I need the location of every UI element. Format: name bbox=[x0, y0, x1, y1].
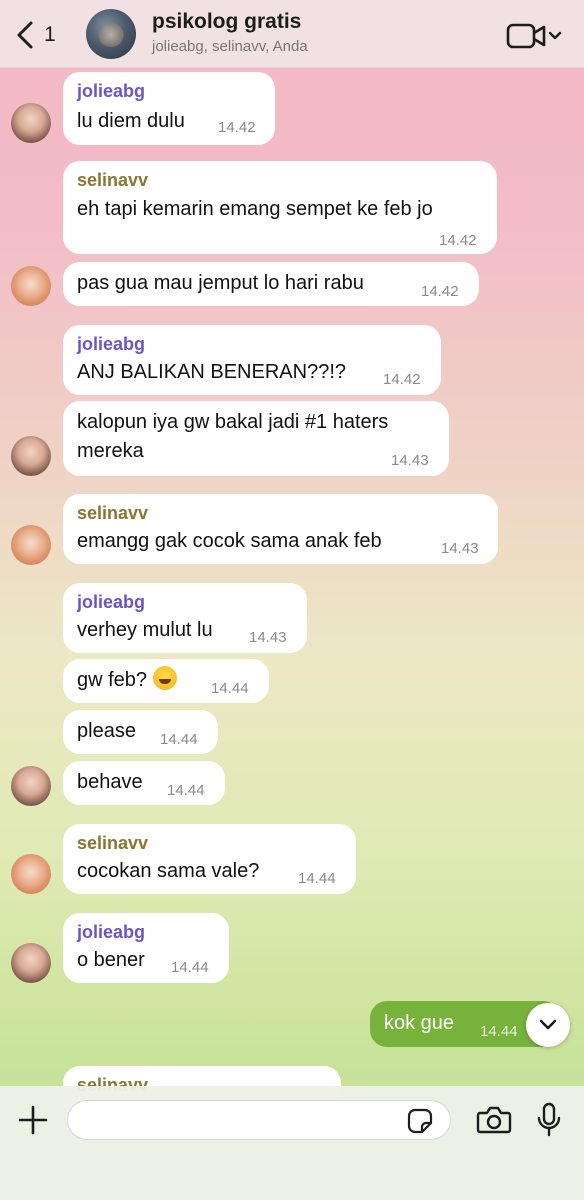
avatar-jolieabg[interactable] bbox=[11, 103, 51, 143]
message-text: kok gue bbox=[384, 1012, 455, 1034]
sender-name: jolieabg bbox=[77, 922, 146, 942]
message-time: 14.44 bbox=[480, 1023, 518, 1040]
message-bubble[interactable]: jolieabg ANJ BALIKAN BENERAN??!? 14.42 bbox=[63, 325, 441, 395]
group-avatar[interactable] bbox=[86, 9, 136, 59]
video-call-button[interactable] bbox=[506, 20, 568, 52]
grinning-sweat-emoji-icon bbox=[153, 666, 178, 690]
voice-message-button[interactable] bbox=[536, 1102, 562, 1138]
message-time: 14.44 bbox=[167, 782, 205, 799]
message-text: ANJ BALIKAN BENERAN??!? bbox=[77, 361, 346, 383]
message-time: 14.43 bbox=[249, 629, 287, 646]
message-text: emangg gak cocok sama anak feb bbox=[77, 530, 382, 552]
message-bubble[interactable]: gw feb? 14.44 bbox=[63, 659, 269, 703]
message-text: o bener bbox=[77, 949, 145, 971]
group-name[interactable]: psikolog gratis bbox=[152, 10, 301, 34]
avatar-jolieabg[interactable] bbox=[11, 436, 51, 476]
microphone-icon bbox=[537, 1102, 561, 1137]
message-time: 14.44 bbox=[298, 870, 336, 887]
message-text: cocokan sama vale? bbox=[77, 860, 260, 882]
message-time: 14.42 bbox=[218, 119, 256, 136]
back-chevron-icon bbox=[17, 21, 33, 49]
message-bubble[interactable]: jolieabg lu diem dulu 14.42 bbox=[63, 72, 275, 145]
avatar-selinavv[interactable] bbox=[11, 266, 51, 306]
plus-icon bbox=[18, 1105, 48, 1135]
chevron-down-icon bbox=[539, 1019, 557, 1030]
sticker-icon bbox=[407, 1108, 433, 1134]
message-text-line: kalopun iya gw bakal jadi #1 haters bbox=[77, 411, 389, 433]
message-bubble[interactable]: pas gua mau jemput lo hari rabu 14.42 bbox=[63, 262, 479, 306]
group-members[interactable]: jolieabg, selinavv, Anda bbox=[152, 38, 308, 55]
message-time: 14.43 bbox=[391, 452, 429, 469]
chat-header: 1 psikolog gratis jolieabg, selinavv, An… bbox=[0, 0, 584, 68]
message-bubble[interactable]: please 14.44 bbox=[63, 710, 218, 754]
message-text: behave bbox=[77, 771, 143, 793]
unread-count: 1 bbox=[44, 23, 56, 46]
avatar-selinavv[interactable] bbox=[11, 525, 51, 565]
message-text: eh tapi kemarin emang sempet ke feb jo bbox=[77, 198, 433, 220]
sender-name: selinavv bbox=[77, 503, 149, 523]
message-bubble[interactable]: selinavv emangg gak cocok sama anak feb … bbox=[63, 494, 498, 564]
sender-name: jolieabg bbox=[77, 334, 146, 354]
back-button[interactable]: 1 bbox=[14, 18, 70, 52]
message-text: please bbox=[77, 720, 136, 742]
message-text: verhey mulut lu bbox=[77, 619, 213, 641]
message-composer bbox=[0, 1086, 584, 1200]
message-time: 14.42 bbox=[439, 232, 477, 249]
avatar-jolieabg[interactable] bbox=[11, 943, 51, 983]
message-text-line: mereka bbox=[77, 440, 144, 462]
video-call-icon bbox=[506, 23, 562, 49]
message-bubble[interactable]: jolieabg o bener 14.44 bbox=[63, 913, 229, 983]
sender-name: selinavv bbox=[77, 833, 149, 853]
message-bubble[interactable]: kalopun iya gw bakal jadi #1 haters mere… bbox=[63, 401, 449, 476]
message-time: 14.43 bbox=[441, 540, 479, 557]
message-text: pas gua mau jemput lo hari rabu bbox=[77, 272, 364, 294]
sender-name: jolieabg bbox=[77, 81, 146, 101]
scroll-to-bottom-button[interactable] bbox=[526, 1003, 570, 1047]
camera-icon bbox=[476, 1106, 512, 1134]
message-bubble[interactable]: behave 14.44 bbox=[63, 761, 225, 805]
message-time: 14.44 bbox=[171, 959, 209, 976]
message-bubble[interactable]: selinavv eh tapi kemarin emang sempet ke… bbox=[63, 161, 497, 254]
message-text: lu diem dulu bbox=[77, 110, 185, 132]
message-bubble[interactable]: jolieabg verhey mulut lu 14.43 bbox=[63, 583, 307, 653]
message-time: 14.42 bbox=[383, 371, 421, 388]
message-input[interactable] bbox=[67, 1100, 451, 1140]
sticker-button[interactable] bbox=[407, 1108, 433, 1134]
sender-name: jolieabg bbox=[77, 592, 146, 612]
message-time: 14.44 bbox=[160, 731, 198, 748]
avatar-selinavv[interactable] bbox=[11, 854, 51, 894]
message-time: 14.44 bbox=[211, 680, 249, 697]
avatar-jolieabg[interactable] bbox=[11, 766, 51, 806]
attach-button[interactable] bbox=[17, 1104, 49, 1136]
message-bubble[interactable]: selinavv cocokan sama vale? 14.44 bbox=[63, 824, 356, 894]
camera-button[interactable] bbox=[476, 1105, 512, 1135]
sender-name: selinavv bbox=[77, 170, 149, 190]
message-text: gw feb? bbox=[77, 669, 148, 691]
message-time: 14.42 bbox=[421, 283, 459, 300]
